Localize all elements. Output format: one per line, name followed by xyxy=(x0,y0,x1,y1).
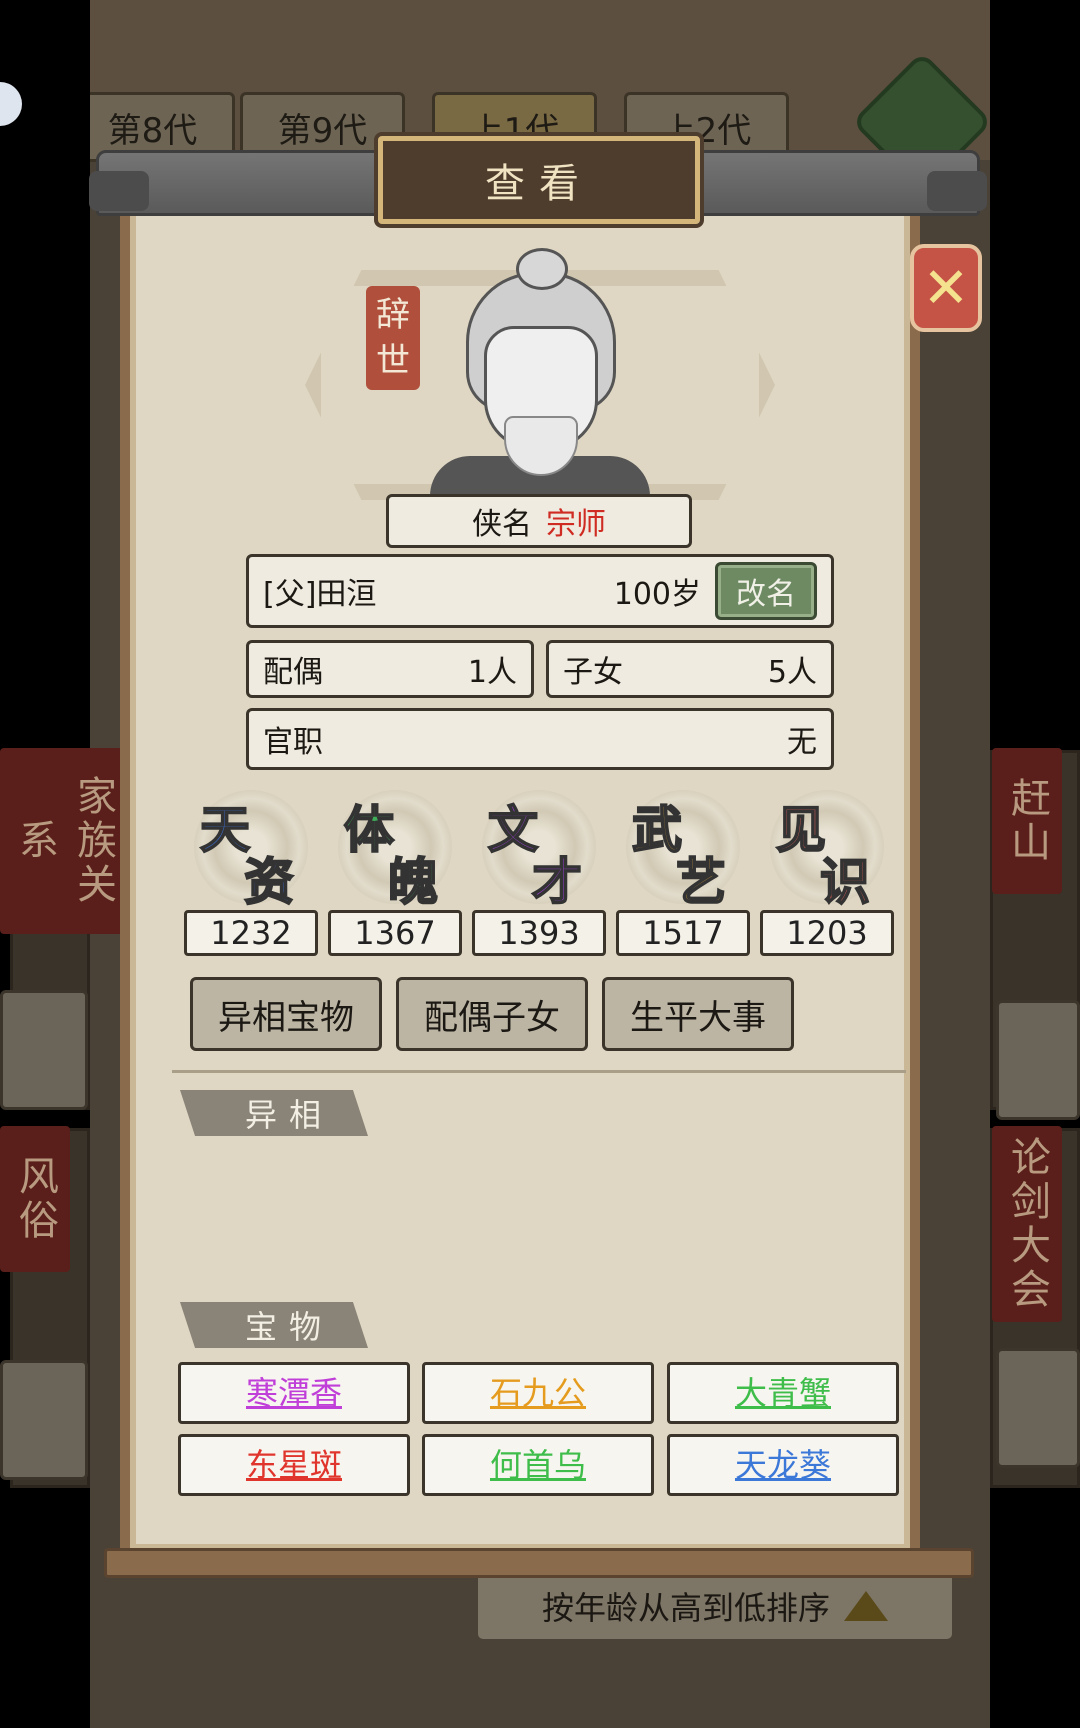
left-card-box xyxy=(0,990,88,1110)
stat-physique-char-1: 体 xyxy=(343,799,395,860)
tab-life-events[interactable]: 生平大事 xyxy=(602,977,794,1051)
alias-box: 侠名 宗师 xyxy=(386,494,692,548)
spouse-label: 配偶 xyxy=(263,655,323,690)
age-value: 100岁 xyxy=(613,577,701,612)
left-label-customs: 风俗 xyxy=(0,1126,70,1272)
stat-insight-char-2: 识 xyxy=(819,851,871,912)
stat-martial: 武 艺 1517 xyxy=(616,790,750,960)
sort-label: 按年龄从高到低排序 xyxy=(541,1589,830,1627)
stat-martial-value: 1517 xyxy=(616,910,750,956)
stat-literary-char-2: 才 xyxy=(531,851,583,912)
office-row: 官职 无 xyxy=(246,708,834,770)
office-label: 官职 xyxy=(263,725,323,760)
character-portrait xyxy=(430,248,650,496)
panel-bottom-rail xyxy=(104,1548,974,1578)
children-row: 子女 5人 xyxy=(546,640,834,698)
stat-insight: 见 识 1203 xyxy=(760,790,894,960)
right-label-mountain: 赶山 xyxy=(992,748,1062,894)
parent-row: [父]田洹 100岁 改名 xyxy=(246,554,834,628)
stat-literary: 文 才 1393 xyxy=(472,790,606,960)
right-card-box-2 xyxy=(996,1348,1080,1468)
parent-name: [父]田洹 xyxy=(263,577,377,612)
treasure-item[interactable]: 天龙葵 xyxy=(667,1434,899,1496)
spouse-count: 1人 xyxy=(467,655,517,690)
section-header-treasures: 宝物 xyxy=(180,1302,368,1348)
treasure-item[interactable]: 东星斑 xyxy=(178,1434,410,1496)
treasure-item[interactable]: 寒潭香 xyxy=(178,1362,410,1424)
treasure-item[interactable]: 石九公 xyxy=(422,1362,654,1424)
close-icon: ✕ xyxy=(922,255,970,321)
treasure-item[interactable]: 何首乌 xyxy=(422,1434,654,1496)
stat-talent-value: 1232 xyxy=(184,910,318,956)
stat-physique: 体 魄 1367 xyxy=(328,790,462,960)
tab-spouse-children[interactable]: 配偶子女 xyxy=(396,977,588,1051)
sort-triangle-icon xyxy=(844,1591,888,1621)
sort-button[interactable]: 按年龄从高到低排序 xyxy=(475,1570,955,1642)
floating-assist-icon[interactable] xyxy=(0,82,22,126)
stat-physique-char-2: 魄 xyxy=(387,851,439,912)
stat-physique-value: 1367 xyxy=(328,910,462,956)
stat-literary-value: 1393 xyxy=(472,910,606,956)
alias-value: 宗师 xyxy=(546,507,606,542)
section-divider xyxy=(172,1070,906,1073)
rename-button[interactable]: 改名 xyxy=(715,562,817,620)
stat-martial-char-2: 艺 xyxy=(675,851,727,912)
stat-insight-value: 1203 xyxy=(760,910,894,956)
stat-talent-char-1: 天 xyxy=(199,799,251,860)
right-label-sword: 论剑大会 xyxy=(992,1126,1062,1322)
stat-martial-char-1: 武 xyxy=(631,799,683,860)
left-card-box-2 xyxy=(0,1360,88,1480)
spouse-row: 配偶 1人 xyxy=(246,640,534,698)
tab-aberration-treasure[interactable]: 异相宝物 xyxy=(190,977,382,1051)
stat-insight-char-1: 见 xyxy=(775,799,827,860)
children-count: 5人 xyxy=(767,655,817,690)
stat-talent-char-2: 资 xyxy=(243,851,295,912)
right-card-box xyxy=(996,1000,1080,1120)
alias-label: 侠名 xyxy=(472,507,532,542)
stat-literary-char-1: 文 xyxy=(487,799,539,860)
section-header-aberration: 异相 xyxy=(180,1090,368,1136)
close-button[interactable]: ✕ xyxy=(910,244,982,332)
status-badge: 辞世 xyxy=(366,286,420,390)
children-label: 子女 xyxy=(563,655,623,690)
stat-talent: 天 资 1232 xyxy=(184,790,318,960)
treasure-item[interactable]: 大青蟹 xyxy=(667,1362,899,1424)
panel-title: 查看 xyxy=(378,136,700,224)
left-label-family: 家族关系 xyxy=(0,748,128,934)
office-value: 无 xyxy=(787,725,817,760)
